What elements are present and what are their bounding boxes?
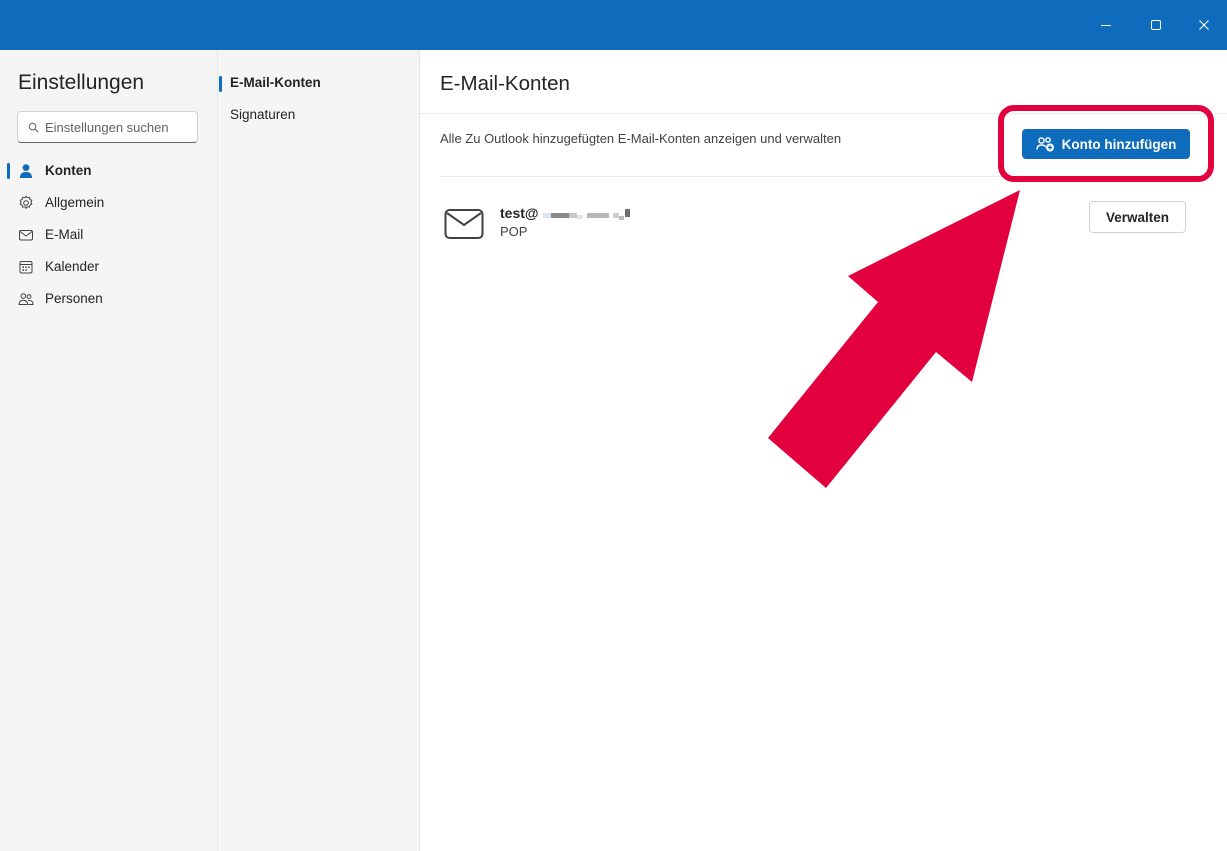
minimize-icon: [1101, 25, 1111, 26]
maximize-button[interactable]: [1139, 8, 1173, 42]
minimize-button[interactable]: [1089, 8, 1123, 42]
highlight-annotation: [998, 105, 1214, 182]
gear-icon: [18, 195, 34, 211]
account-email: test@: [500, 205, 539, 221]
close-icon: [1199, 20, 1209, 30]
page-title: E-Mail-Konten: [440, 72, 570, 95]
sidebar-item-konten[interactable]: Konten: [0, 157, 218, 185]
sidebar-item-personen[interactable]: Personen: [0, 285, 218, 313]
settings-search[interactable]: [17, 111, 198, 143]
subnav-item-label: E-Mail-Konten: [230, 75, 321, 90]
sidebar-item-label: E-Mail: [45, 227, 84, 242]
sidebar-item-email[interactable]: E-Mail: [0, 221, 218, 249]
mail-icon: [18, 227, 34, 243]
account-type: POP: [500, 224, 528, 239]
sidebar-item-allgemein[interactable]: Allgemein: [0, 189, 218, 217]
settings-sidebar: Einstellungen Konten: [0, 50, 218, 851]
active-indicator: [7, 163, 10, 179]
calendar-icon: [18, 259, 34, 275]
title-bar: [0, 0, 1227, 50]
manage-account-button[interactable]: Verwalten: [1089, 201, 1186, 233]
sidebar-item-label: Kalender: [45, 259, 100, 274]
redacted-email-pixelation: [541, 208, 661, 220]
settings-subnav: E-Mail-Konten Signaturen: [218, 50, 420, 851]
search-icon: [28, 122, 39, 133]
sidebar-item-kalender[interactable]: Kalender: [0, 253, 218, 281]
settings-title: Einstellungen: [18, 71, 145, 94]
sidebar-item-label: Konten: [45, 163, 92, 178]
active-indicator: [219, 76, 222, 92]
person-icon: [18, 163, 34, 179]
sidebar-item-label: Personen: [45, 291, 103, 306]
settings-window: Einstellungen Konten: [0, 0, 1227, 851]
subnav-item-email-konten[interactable]: E-Mail-Konten: [218, 72, 418, 96]
page-description: Alle Zu Outlook hinzugefügten E-Mail-Kon…: [440, 131, 842, 146]
subnav-item-label: Signaturen: [230, 107, 296, 122]
subnav-item-signaturen[interactable]: Signaturen: [218, 104, 418, 128]
sidebar-item-label: Allgemein: [45, 195, 105, 210]
search-input[interactable]: [45, 119, 185, 135]
close-button[interactable]: [1187, 8, 1221, 42]
arrow-annotation: [768, 190, 1020, 488]
people-icon: [18, 291, 34, 307]
mail-icon: [444, 208, 484, 240]
maximize-icon: [1151, 20, 1161, 30]
